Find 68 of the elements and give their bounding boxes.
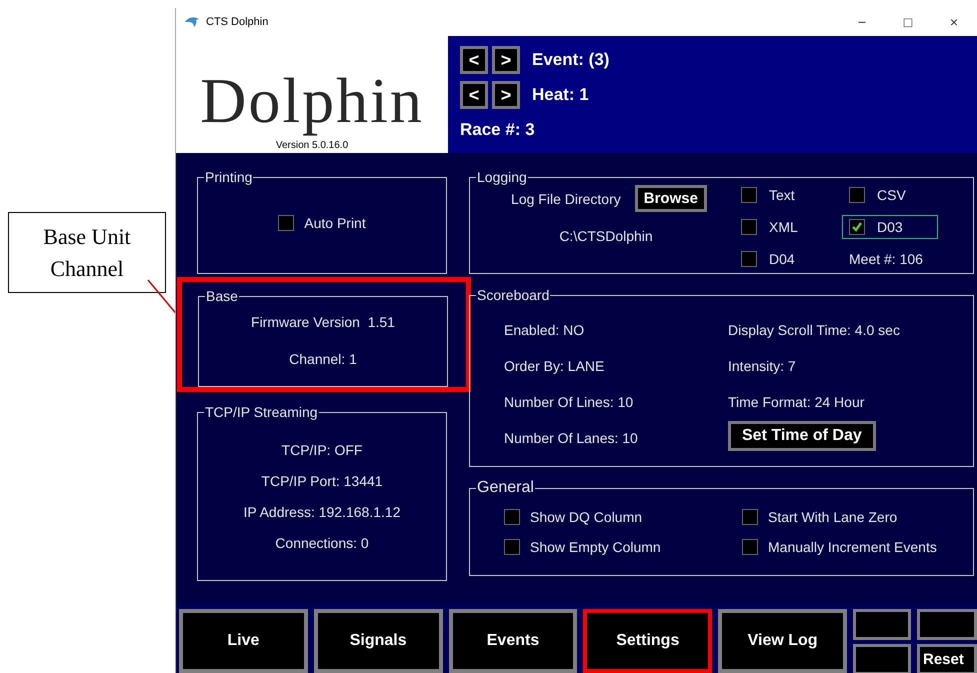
checkbox[interactable] bbox=[849, 187, 865, 203]
meet-number: Meet #: 106 bbox=[848, 251, 924, 267]
nav-button[interactable]: View Log bbox=[718, 609, 847, 673]
setting-text: Enabled: NO bbox=[504, 321, 584, 340]
setting-text: Intensity: 7 bbox=[728, 357, 796, 376]
checkbox-option[interactable]: CSV bbox=[842, 183, 915, 207]
setting-text: Number Of Lines: 10 bbox=[504, 393, 634, 412]
setting-text: Number Of Lanes: 10 bbox=[504, 429, 638, 448]
race-number: Race #: 3 bbox=[460, 120, 536, 140]
checkbox[interactable] bbox=[742, 509, 758, 525]
checkbox-option[interactable]: Auto Print bbox=[278, 215, 366, 231]
checkbox[interactable] bbox=[741, 251, 757, 267]
checkbox-option[interactable]: Show Empty Column bbox=[504, 539, 742, 555]
info-text: Firmware Version 1.51 bbox=[251, 314, 395, 330]
previous-button[interactable]: < bbox=[460, 46, 488, 74]
previous-button[interactable]: < bbox=[460, 81, 488, 109]
small-button[interactable]: Reset bbox=[916, 644, 977, 673]
group-title: General bbox=[476, 479, 535, 497]
group-title: Scoreboard bbox=[476, 287, 550, 303]
small-button[interactable] bbox=[852, 609, 911, 640]
nav-button[interactable]: Live bbox=[179, 609, 308, 673]
race-label: Heat: 1 bbox=[532, 85, 589, 105]
checkbox-option[interactable]: D04 bbox=[734, 247, 804, 271]
nav-button[interactable]: Settings bbox=[583, 609, 712, 673]
info-text: TCP/IP Port: 13441 bbox=[261, 473, 383, 489]
nav-button[interactable]: Events bbox=[448, 609, 578, 673]
browse-button[interactable]: Browse bbox=[634, 185, 707, 212]
version-label: Version 5.0.16.0 bbox=[276, 140, 348, 151]
checkbox[interactable] bbox=[741, 187, 757, 203]
set-time-button[interactable]: Set Time of Day bbox=[728, 421, 876, 451]
annotation-callout: Base Unit Channel bbox=[8, 212, 166, 293]
logo: Dolphin bbox=[200, 66, 424, 136]
checkbox[interactable] bbox=[504, 509, 520, 525]
checkbox-option[interactable]: D03 bbox=[842, 215, 938, 239]
directory-label: Log File Directory bbox=[511, 190, 621, 206]
group-title: TCP/IP Streaming bbox=[204, 404, 319, 420]
group-title: Printing bbox=[204, 169, 254, 185]
group-title: Base bbox=[205, 288, 239, 304]
window-title: CTS Dolphin bbox=[206, 16, 268, 28]
window-control[interactable]: − bbox=[839, 14, 885, 30]
race-label: Event: (3) bbox=[532, 50, 610, 70]
next-button[interactable]: > bbox=[492, 81, 520, 109]
window-control[interactable]: × bbox=[931, 14, 977, 30]
small-button[interactable] bbox=[852, 644, 911, 673]
directory-path: C:\CTSDolphin bbox=[559, 228, 653, 244]
group-title: Logging bbox=[476, 169, 528, 185]
small-button[interactable] bbox=[916, 609, 977, 640]
checkbox[interactable] bbox=[504, 539, 520, 555]
info-text: Connections: 0 bbox=[275, 535, 369, 551]
setting-text: Display Scroll Time: 4.0 sec bbox=[728, 321, 900, 340]
info-text: TCP/IP: OFF bbox=[282, 442, 362, 458]
checkbox[interactable] bbox=[849, 219, 865, 235]
setting-text: Time Format: 24 Hour bbox=[728, 393, 864, 412]
checkbox-option[interactable]: Text bbox=[734, 183, 804, 207]
next-button[interactable]: > bbox=[492, 46, 520, 74]
checkbox[interactable] bbox=[278, 215, 294, 231]
info-text: IP Address: 192.168.1.12 bbox=[244, 504, 400, 520]
checkbox-option[interactable]: Start With Lane Zero bbox=[742, 509, 965, 525]
info-text: Channel: 1 bbox=[289, 351, 357, 367]
checkbox[interactable] bbox=[741, 219, 757, 235]
checkbox-option[interactable]: XML bbox=[734, 215, 807, 239]
dolphin-icon bbox=[184, 16, 200, 28]
window-control[interactable]: □ bbox=[885, 14, 931, 30]
checkbox-option[interactable]: Manually Increment Events bbox=[742, 539, 965, 555]
setting-text: Order By: LANE bbox=[504, 357, 604, 376]
nav-button[interactable]: Signals bbox=[314, 609, 443, 673]
checkbox[interactable] bbox=[742, 539, 758, 555]
checkbox-option[interactable]: Show DQ Column bbox=[504, 509, 742, 525]
